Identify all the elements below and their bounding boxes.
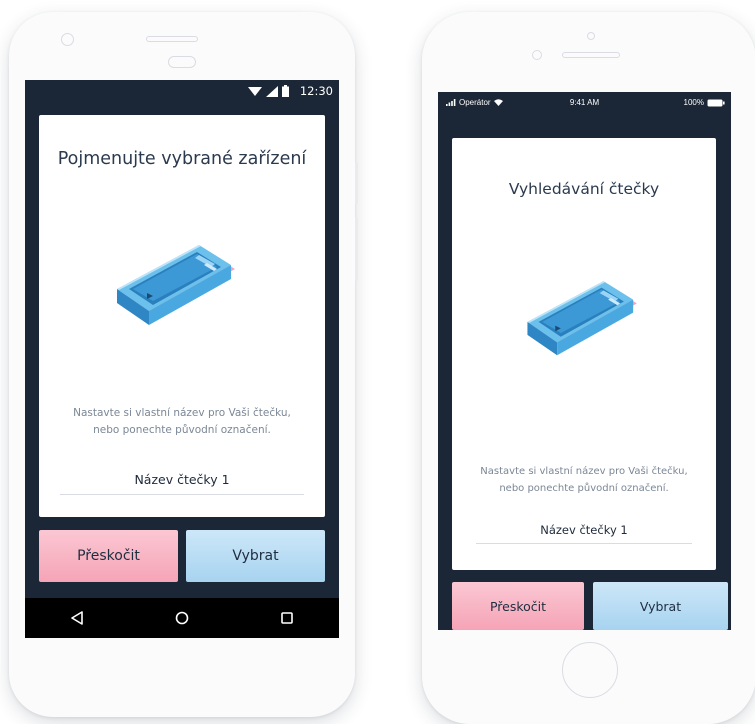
power-button <box>355 162 358 204</box>
description-line-2: nebo ponechte původní označení. <box>93 424 271 437</box>
page-title: Vyhledávání čtečky <box>508 180 660 198</box>
card-reader-illustration <box>527 281 637 356</box>
status-icons <box>248 85 289 97</box>
select-button[interactable]: Vybrat <box>186 530 325 582</box>
battery-icon <box>707 99 725 106</box>
home-button[interactable] <box>562 642 618 698</box>
reader-search-card: Vyhledávání čtečky Nastavte si vlastní n… <box>452 138 716 570</box>
battery-icon <box>282 85 289 97</box>
wifi-icon <box>248 86 262 96</box>
description-line-1: Nastavte si vlastní název pro Vaši čtečk… <box>480 466 688 477</box>
front-camera <box>587 32 595 40</box>
front-sensor <box>532 50 542 60</box>
earpiece-speaker <box>146 36 198 42</box>
skip-button[interactable]: Přeskočit <box>39 530 178 582</box>
recents-icon[interactable] <box>267 603 307 633</box>
reader-name-input[interactable]: Název čtečky 1 <box>476 523 692 544</box>
home-icon[interactable] <box>162 603 202 633</box>
android-nav-bar <box>25 598 339 638</box>
reader-name-value: Název čtečky 1 <box>134 472 230 487</box>
earpiece-speaker <box>562 52 620 58</box>
page-title: Pojmenujte vybrané zařízení <box>57 149 307 169</box>
select-button[interactable]: Vybrat <box>593 582 728 630</box>
iphone-mockup: Operátor 9:41 AM 100% Vyhledávání čtečky <box>422 12 755 724</box>
battery-info: 100% <box>684 98 725 107</box>
skip-button[interactable]: Přeskočit <box>452 582 584 630</box>
status-time: 12:30 <box>299 84 333 98</box>
reader-name-input[interactable]: Název čtečky 1 <box>60 472 304 495</box>
front-camera <box>61 33 74 46</box>
description-text: Nastavte si vlastní název pro Vaši čtečk… <box>452 464 716 497</box>
ios-status-bar: Operátor 9:41 AM 100% <box>438 92 731 114</box>
front-sensor <box>168 56 196 68</box>
description-line-1: Nastavte si vlastní název pro Vaši čtečk… <box>73 407 291 419</box>
name-device-card: Pojmenujte vybrané zařízení Nastavte si … <box>39 115 325 517</box>
card-reader-illustration <box>117 245 235 325</box>
description-line-2: nebo ponechte původní označení. <box>499 482 669 494</box>
android-status-bar: 12:30 <box>25 80 339 102</box>
reader-name-value: Název čtečky 1 <box>540 523 628 537</box>
volume-button <box>355 217 358 281</box>
android-screen: 12:30 Pojmenujte vybrané zařízení Nastav… <box>25 80 339 638</box>
back-icon[interactable] <box>57 603 97 633</box>
ios-screen: Operátor 9:41 AM 100% Vyhledávání čtečky <box>438 92 731 630</box>
signal-icon <box>266 85 278 97</box>
description-text: Nastavte si vlastní název pro Vaši čtečk… <box>39 405 325 440</box>
android-phone-mockup: 12:30 Pojmenujte vybrané zařízení Nastav… <box>9 12 358 717</box>
battery-percent: 100% <box>683 98 704 107</box>
